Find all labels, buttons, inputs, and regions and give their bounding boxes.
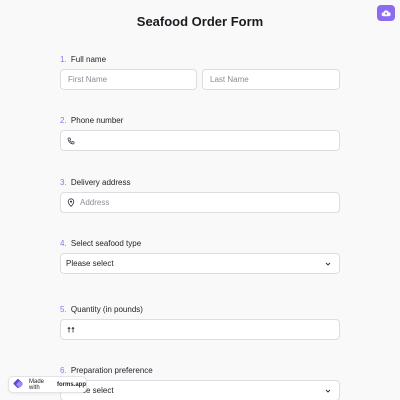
address-input[interactable]: Address [60, 192, 340, 213]
quantity-input[interactable] [60, 319, 340, 340]
question-text: Preparation preference [70, 366, 153, 375]
location-pin-icon [61, 198, 77, 207]
address-placeholder: Address [80, 198, 110, 207]
question-label-quantity: 5. Quantity (in pounds) [60, 305, 143, 314]
made-with-forms-app-badge[interactable]: Made with forms.app [8, 376, 87, 393]
first-name-input[interactable]: First Name [60, 69, 197, 90]
badge-prefix: Made with [29, 378, 45, 391]
seafood-type-select[interactable]: Please select [60, 253, 340, 274]
question-number: 1. [60, 55, 67, 64]
preparation-select[interactable]: Please select [60, 380, 340, 400]
question-number: 4. [60, 239, 67, 248]
question-number: 5. [60, 305, 67, 314]
last-name-input[interactable]: Last Name [202, 69, 340, 90]
question-label-seafood-type: 4. Select seafood type [60, 239, 141, 248]
question-text: Phone number [70, 116, 124, 125]
question-number: 3. [60, 178, 67, 187]
form-title: Seafood Order Form [136, 14, 264, 29]
forms-app-logo-icon [12, 379, 25, 390]
first-name-placeholder: First Name [68, 75, 108, 84]
question-text: Select seafood type [70, 239, 142, 248]
question-text: Full name [70, 55, 107, 64]
last-name-placeholder: Last Name [210, 75, 249, 84]
chevron-down-icon [324, 387, 332, 397]
question-label-full-name: 1. Full name [60, 55, 106, 64]
chevron-down-icon [324, 260, 332, 270]
question-label-preparation: 6. Preparation preference [60, 366, 153, 375]
question-number: 2. [60, 116, 67, 125]
phone-input[interactable] [60, 130, 340, 151]
seafood-type-selected: Please select [66, 259, 114, 268]
question-text: Quantity (in pounds) [70, 305, 143, 314]
number-icon [61, 326, 77, 334]
badge-brand: forms.app [56, 381, 86, 388]
question-label-phone: 2. Phone number [60, 116, 123, 125]
phone-icon [61, 137, 77, 145]
question-number: 6. [60, 366, 67, 375]
question-text: Delivery address [70, 178, 131, 187]
question-label-address: 3. Delivery address [60, 178, 130, 187]
